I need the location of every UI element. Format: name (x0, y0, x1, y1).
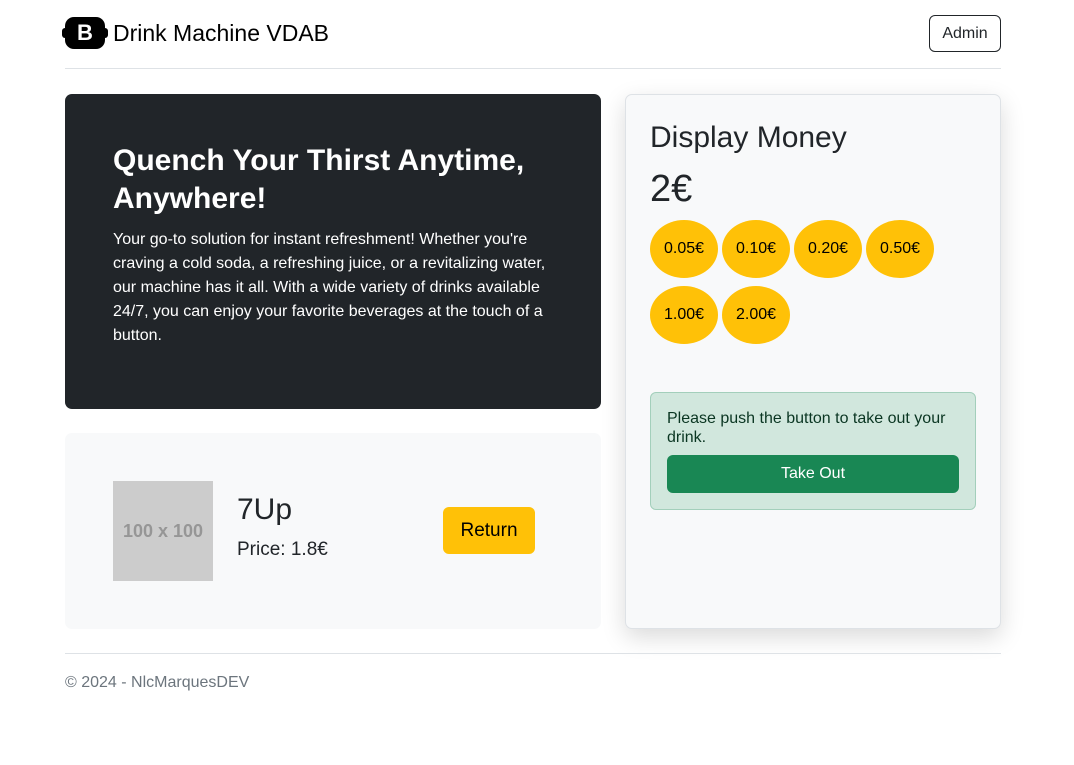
coin-button-2-00[interactable]: 2.00€ (722, 286, 790, 344)
brand-title: Drink Machine VDAB (113, 19, 330, 46)
admin-button[interactable]: Admin (929, 15, 1001, 52)
money-title: Display Money (650, 121, 847, 154)
alert-message: Please push the button to take out your … (667, 410, 946, 446)
brand[interactable]: B Drink Machine VDAB (62, 17, 330, 49)
footer: © 2024 - NlcMarquesDEV (65, 653, 1001, 691)
hero-heading: Quench Your Thirst Anytime, Anywhere! (113, 144, 525, 215)
hero-panel: Quench Your Thirst Anytime, Anywhere! Yo… (65, 94, 601, 409)
takeout-alert: Please push the button to take out your … (650, 392, 976, 510)
coin-buttons: 0.05€ 0.10€ 0.20€ 0.50€ 1.00€ 2.00€ (650, 220, 980, 352)
hero-text: Your go-to solution for instant refreshm… (113, 231, 546, 344)
money-panel: Display Money 2€ 0.05€ 0.10€ 0.20€ 0.50€ 1.0… (625, 94, 1001, 629)
selected-product-card: 100 x 100 7Up Price: 1.8€ Return (65, 433, 601, 629)
take-out-button[interactable]: Take Out (667, 455, 959, 493)
coin-button-1-00[interactable]: 1.00€ (650, 286, 718, 344)
coin-button-0-20[interactable]: 0.20€ (794, 220, 862, 278)
coin-button-0-50[interactable]: 0.50€ (866, 220, 934, 278)
footer-copyright: © 2024 - NlcMarquesDEV (65, 674, 250, 691)
coin-button-0-10[interactable]: 0.10€ (722, 220, 790, 278)
logo-letter: B (77, 20, 93, 45)
bootstrap-logo-icon: B (62, 17, 108, 49)
product-price: Price: 1.8€ (237, 539, 328, 560)
product-image-placeholder: 100 x 100 (113, 481, 213, 581)
money-amount: 2€ (650, 168, 693, 210)
coin-button-0-05[interactable]: 0.05€ (650, 220, 718, 278)
product-name: 7Up (237, 493, 293, 526)
return-button[interactable]: Return (443, 507, 535, 554)
navbar: B Drink Machine VDAB Admin (62, 0, 1001, 69)
